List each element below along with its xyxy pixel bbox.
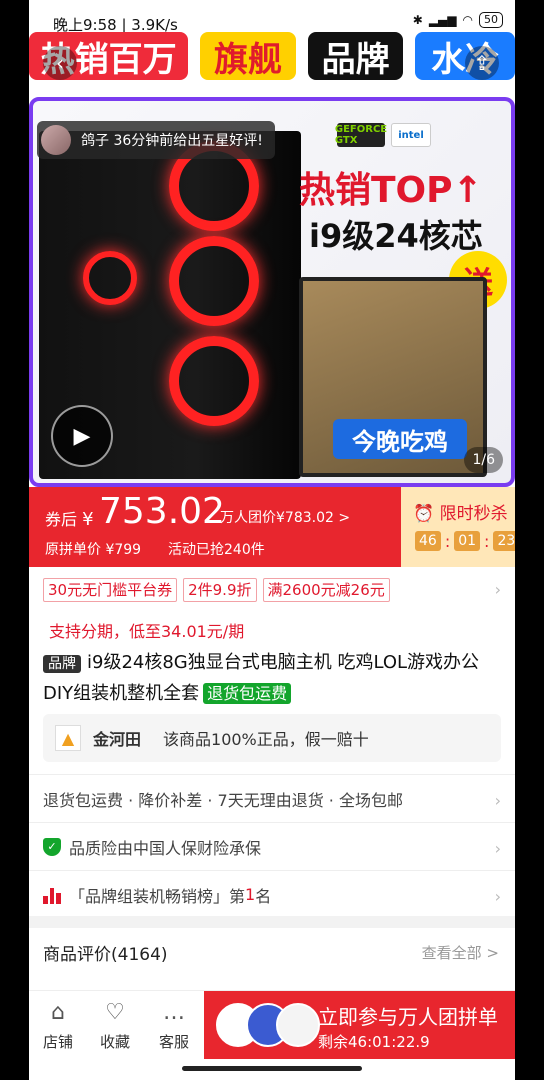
avatar (41, 125, 71, 155)
brand-tag: 品牌 (43, 655, 81, 673)
promo-banner: 热销百万 旗舰 品牌 水冷 (29, 32, 515, 80)
seller-name: 金河田 (93, 730, 142, 749)
home-indicator[interactable] (182, 1066, 362, 1071)
original-price: 原拼单价 ¥799 (45, 542, 142, 558)
product-title: 品牌 i9级24核8G独显台式电脑主机 吃鸡LOL游戏办公DIY组装机整机全套 退货… (43, 648, 503, 709)
coupon-tag[interactable]: 2件9.9折 (183, 578, 257, 602)
ranking-row[interactable]: 「品牌组装机畅销榜」第 1 名 › (29, 870, 515, 918)
cta-main-label: 立即参与万人团拼单 (318, 1005, 498, 1029)
installment-info[interactable]: 支持分期，低至34.01元/期 (49, 618, 244, 642)
seller-guarantee: 该商品100%正品，假一赔十 (163, 730, 369, 749)
hero-headline: 热销TOP↑ (299, 170, 483, 211)
customer-service-button[interactable]: … 客服 (149, 1001, 199, 1052)
gallery-pager: 1/6 (464, 447, 503, 473)
play-video-button[interactable]: ▶ (51, 405, 113, 467)
ranking-suffix: 名 (255, 886, 272, 906)
share-button[interactable]: ⇪ (465, 46, 499, 80)
join-group-buy-button[interactable]: 立即参与万人团拼单 剩余46:01:22.9 (204, 991, 515, 1059)
coupon-tag[interactable]: 30元无门槛平台券 (43, 578, 178, 602)
hero-subline: i9级24核芯 (309, 217, 483, 255)
flash-sale-panel: ⏰ 限时秒杀 46: 01: 23 (401, 487, 515, 567)
product-page: 晚上9:58 | 3.9K/s ✱ ▂▄▆ ◠ 50 热销百万 旗舰 品牌 水冷… (29, 0, 515, 1080)
insurance-row[interactable]: ✓ 品质险由中国人保财险承保 › (29, 822, 515, 870)
status-icons: ✱ ▂▄▆ ◠ 50 (413, 12, 503, 28)
insurance-text: 品质险由中国人保财险承保 (69, 838, 262, 858)
shield-check-icon: ✓ (43, 837, 61, 856)
chevron-right-icon: › (494, 839, 501, 858)
cta-countdown: 剩余46:01:22.9 (318, 1033, 430, 1051)
see-all-reviews-link[interactable]: 查看全部 > (422, 942, 499, 963)
chevron-right-icon[interactable]: › (495, 580, 501, 599)
banner-chip-brand: 品牌 (307, 32, 404, 80)
wifi-icon: ◠ (462, 13, 473, 27)
bluetooth-icon: ✱ (412, 13, 423, 27)
chat-bubble-icon: … (163, 1000, 185, 1025)
reviews-header[interactable]: 商品评价(4164) 查看全部 > (29, 928, 515, 976)
return-shipping-tag: 退货包运费 (203, 683, 292, 704)
flash-sale-label: ⏰ 限时秒杀 (413, 499, 508, 524)
banner-chip-flagship: 旗舰 (200, 32, 296, 80)
battery-icon: 50 (479, 12, 503, 28)
store-label: 店铺 (42, 1033, 73, 1051)
countdown-minutes: 01 (454, 531, 481, 551)
chevron-right-icon: › (494, 791, 501, 810)
ranking-number: 1 (245, 885, 256, 904)
share-icon: ⇪ (473, 51, 491, 75)
fan-ring (169, 336, 259, 426)
fan-ring (83, 251, 137, 305)
price-bar: 券后 ¥ 753.02 万人团价¥783.02 > 原拼单价 ¥799 活动已抢… (29, 487, 515, 567)
price-value: 753.02 (99, 491, 225, 532)
ranking-prefix: 「品牌组装机畅销榜」第 (69, 886, 246, 906)
intel-logo: intel (391, 123, 431, 147)
currency-symbol: ¥ (82, 509, 94, 530)
product-gallery[interactable]: GEFORCE GTX intel 热销TOP↑ i9级24核芯 送 今晚吃鸡 … (29, 97, 515, 487)
tonight-badge: 今晚吃鸡 (333, 419, 467, 459)
customer-service-label: 客服 (158, 1033, 189, 1051)
chevron-left-icon: ‹ (56, 51, 64, 75)
favorite-label: 收藏 (99, 1033, 130, 1051)
seller-banner[interactable]: ▲ 金河田 该商品100%正品，假一赔十 (43, 714, 501, 762)
signal-icon: ▂▄▆ (428, 13, 457, 27)
after-label-text: 券后 (45, 510, 78, 529)
group-price-link[interactable]: 万人团价¥783.02 > (220, 507, 350, 527)
seller-logo-icon: ▲ (55, 725, 81, 751)
store-button[interactable]: ⌂ 店铺 (33, 1001, 83, 1052)
service-guarantees-text: 退货包运费 · 降价补差 · 7天无理由退货 · 全场包邮 (43, 790, 403, 810)
play-icon: ▶ (73, 423, 91, 449)
back-button[interactable]: ‹ (43, 46, 77, 80)
coupon-tag[interactable]: 满2600元减26元 (262, 578, 390, 602)
reviews-title: 商品评价(4164) (43, 944, 168, 965)
participant-avatars (216, 1003, 320, 1047)
countdown-hours: 46 (415, 531, 441, 551)
heart-icon: ♡ (105, 1000, 125, 1025)
chevron-right-icon: › (494, 887, 501, 906)
countdown-timer: 46: 01: 23 (415, 531, 515, 551)
review-toast-text: 鸽子 36分钟前给出五星好评! (81, 133, 263, 149)
coupon-list[interactable]: 30元无门槛平台券 2件9.9折 满2600元减26元 (43, 578, 390, 602)
store-icon: ⌂ (51, 1000, 65, 1025)
ranking-bars-icon (43, 886, 62, 904)
flash-sale-text: 限时秒杀 (439, 504, 508, 524)
service-guarantees-row[interactable]: 退货包运费 · 降价补差 · 7天无理由退货 · 全场包邮 › (29, 774, 515, 822)
countdown-seconds: 23 (493, 531, 515, 551)
section-divider (29, 916, 515, 928)
recent-review-toast: 鸽子 36分钟前给出五星好评! (37, 121, 275, 159)
gtx-logo: GEFORCE GTX (334, 123, 388, 147)
fan-ring (169, 236, 259, 326)
sold-count: 活动已抢240件 (168, 542, 265, 558)
favorite-button[interactable]: ♡ 收藏 (90, 1001, 140, 1052)
avatar (276, 1003, 320, 1047)
price-after-coupon-label: 券后 ¥ (45, 506, 94, 530)
alarm-clock-icon: ⏰ (413, 504, 435, 524)
